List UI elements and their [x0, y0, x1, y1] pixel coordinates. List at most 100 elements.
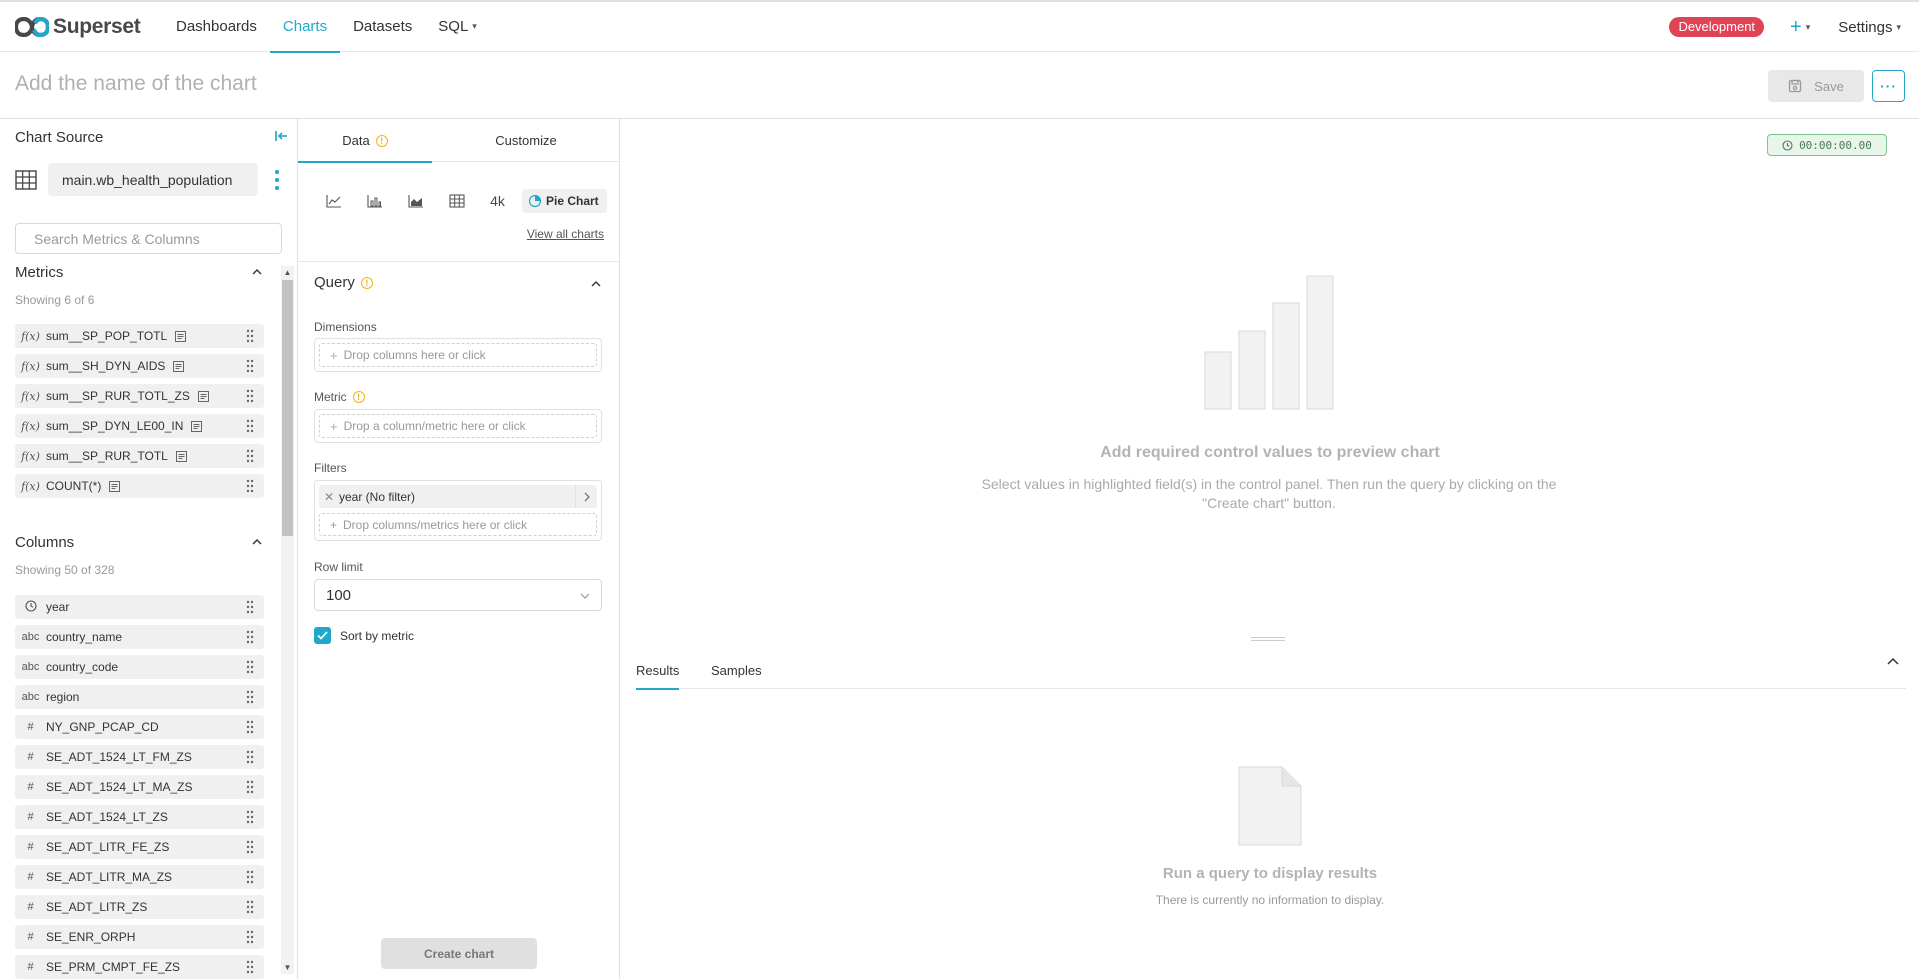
remove-filter-icon[interactable]: ✕ [319, 490, 339, 504]
column-item[interactable]: year [15, 595, 264, 619]
metric-placeholder[interactable]: + Drop a column/metric here or click [319, 414, 597, 438]
plus-icon: + [330, 347, 338, 363]
nav-datasets[interactable]: Datasets [340, 2, 425, 52]
drag-handle-icon[interactable] [246, 359, 254, 376]
filters-drop-zone: ✕ year (No filter) + Drop columns/metrics… [314, 480, 602, 541]
metric-item[interactable]: f(x) sum__SH_DYN_AIDS [15, 354, 264, 378]
column-item[interactable]: # SE_ADT_1524_LT_MA_ZS [15, 775, 264, 799]
metric-item[interactable]: f(x) COUNT(*) [15, 474, 264, 498]
column-item[interactable]: # SE_ADT_LITR_MA_ZS [15, 865, 264, 889]
table-chart-icon[interactable] [436, 194, 477, 208]
metric-drop-zone[interactable]: + Drop a column/metric here or click [314, 409, 602, 443]
drag-handle-icon[interactable] [246, 449, 254, 466]
column-item[interactable]: abc country_code [15, 655, 264, 679]
drag-handle-icon[interactable] [246, 720, 254, 737]
sql-expression-icon[interactable] [173, 360, 185, 372]
metric-item[interactable]: f(x) sum__SP_DYN_LE00_IN [15, 414, 264, 438]
chevron-up-icon[interactable] [590, 277, 602, 293]
save-button[interactable]: Save [1768, 70, 1864, 102]
column-item[interactable]: # SE_PRM_CMPT_FE_ZS [15, 955, 264, 979]
metrics-section-title: Metrics [15, 264, 64, 281]
drag-handle-icon[interactable] [246, 600, 254, 617]
datasource-name[interactable]: main.wb_health_population [48, 163, 258, 196]
chevron-right-icon[interactable] [575, 485, 597, 508]
metric-item[interactable]: f(x) sum__SP_POP_TOTL [15, 324, 264, 348]
nav-dashboards[interactable]: Dashboards [163, 2, 270, 52]
dimensions-placeholder[interactable]: + Drop columns here or click [319, 343, 597, 367]
search-metrics-columns-input[interactable]: Search Metrics & Columns [15, 223, 282, 254]
pie-chart-viz-option[interactable]: Pie Chart [522, 189, 607, 213]
more-actions-button[interactable]: ··· [1872, 70, 1905, 102]
drag-handle-icon[interactable] [246, 780, 254, 797]
nav-charts[interactable]: Charts [269, 2, 341, 53]
drag-handle-icon[interactable] [246, 840, 254, 857]
column-item[interactable]: abc country_name [15, 625, 264, 649]
sql-expression-icon[interactable] [109, 480, 121, 492]
drag-handle-icon[interactable] [246, 930, 254, 947]
drag-handle-icon[interactable] [246, 960, 254, 977]
metric-item[interactable]: f(x) sum__SP_RUR_TOTL_ZS [15, 384, 264, 408]
column-item[interactable]: # NY_GNP_PCAP_CD [15, 715, 264, 739]
view-all-charts-link[interactable]: View all charts [527, 227, 604, 241]
numeric-type-icon: # [27, 751, 34, 763]
new-item-button[interactable]: + ▾ [1790, 16, 1810, 39]
drag-handle-icon[interactable] [246, 750, 254, 767]
drag-handle-icon[interactable] [246, 660, 254, 677]
sort-by-metric-label: Sort by metric [340, 628, 415, 643]
sort-by-metric-option[interactable]: Sort by metric [314, 627, 414, 644]
drag-handle-icon[interactable] [246, 630, 254, 647]
drag-handle-icon[interactable] [246, 329, 254, 346]
area-chart-icon[interactable] [395, 194, 436, 208]
sql-expression-icon[interactable] [197, 390, 209, 402]
chart-header: Add the name of the chart Save ··· [0, 53, 1919, 119]
chevron-up-icon[interactable] [251, 535, 263, 551]
scrollbar[interactable]: ▲ ▼ [281, 266, 294, 974]
settings-menu[interactable]: Settings ▾ [1838, 19, 1901, 36]
drag-handle-icon[interactable] [246, 900, 254, 917]
tab-data[interactable]: Data! [298, 119, 432, 163]
sql-expression-icon[interactable] [175, 450, 187, 462]
dimensions-drop-zone[interactable]: + Drop columns here or click [314, 338, 602, 372]
nav-sql[interactable]: SQL ▾ [425, 2, 490, 52]
create-chart-button[interactable]: Create chart [381, 938, 537, 969]
chevron-up-icon[interactable] [1886, 655, 1900, 672]
drag-handle-icon[interactable] [246, 870, 254, 887]
sort-by-metric-checkbox[interactable] [314, 627, 331, 644]
sql-expression-icon[interactable] [175, 330, 187, 342]
column-item[interactable]: # SE_ADT_LITR_FE_ZS [15, 835, 264, 859]
filter-chip[interactable]: ✕ year (No filter) [319, 485, 597, 508]
drag-handle-icon[interactable] [246, 810, 254, 827]
chart-name-input[interactable]: Add the name of the chart [15, 72, 257, 96]
column-item[interactable]: abc region [15, 685, 264, 709]
scroll-up-icon[interactable]: ▲ [281, 266, 294, 279]
column-item[interactable]: # SE_ENR_ORPH [15, 925, 264, 949]
numeric-type-icon: # [27, 841, 34, 853]
drag-handle-icon[interactable] [246, 479, 254, 496]
sql-expression-icon[interactable] [191, 420, 203, 432]
chevron-up-icon[interactable] [251, 265, 263, 281]
query-section-title[interactable]: Query! [314, 274, 373, 291]
tab-samples[interactable]: Samples [711, 651, 762, 689]
collapse-panel-icon[interactable] [274, 129, 288, 146]
drag-handle-icon[interactable] [246, 690, 254, 707]
column-item[interactable]: # SE_ADT_LITR_ZS [15, 895, 264, 919]
drag-handle-icon[interactable] [246, 389, 254, 406]
column-item[interactable]: # SE_ADT_1524_LT_FM_ZS [15, 745, 264, 769]
superset-logo[interactable]: Superset [15, 12, 145, 42]
drag-handle-icon[interactable] [246, 419, 254, 436]
scrollbar-thumb[interactable] [282, 280, 293, 536]
empty-chart-illustration [1204, 275, 1334, 410]
tab-results[interactable]: Results [636, 651, 680, 690]
scroll-down-icon[interactable]: ▼ [281, 961, 294, 974]
resize-handle[interactable] [1251, 637, 1285, 641]
timer-value: 00:00:00.00 [1799, 138, 1872, 152]
metric-item[interactable]: f(x) sum__SP_RUR_TOTL [15, 444, 264, 468]
big-number-viz-option[interactable]: 4k [477, 193, 518, 209]
column-item[interactable]: # SE_ADT_1524_LT_ZS [15, 805, 264, 829]
row-limit-select[interactable]: 100 [314, 579, 602, 611]
bar-chart-icon[interactable] [354, 194, 395, 208]
tab-customize[interactable]: Customize [432, 119, 620, 162]
line-chart-icon[interactable] [313, 194, 354, 208]
filters-placeholder[interactable]: + Drop columns/metrics here or click [319, 513, 597, 536]
datasource-menu-icon[interactable] [272, 169, 282, 191]
